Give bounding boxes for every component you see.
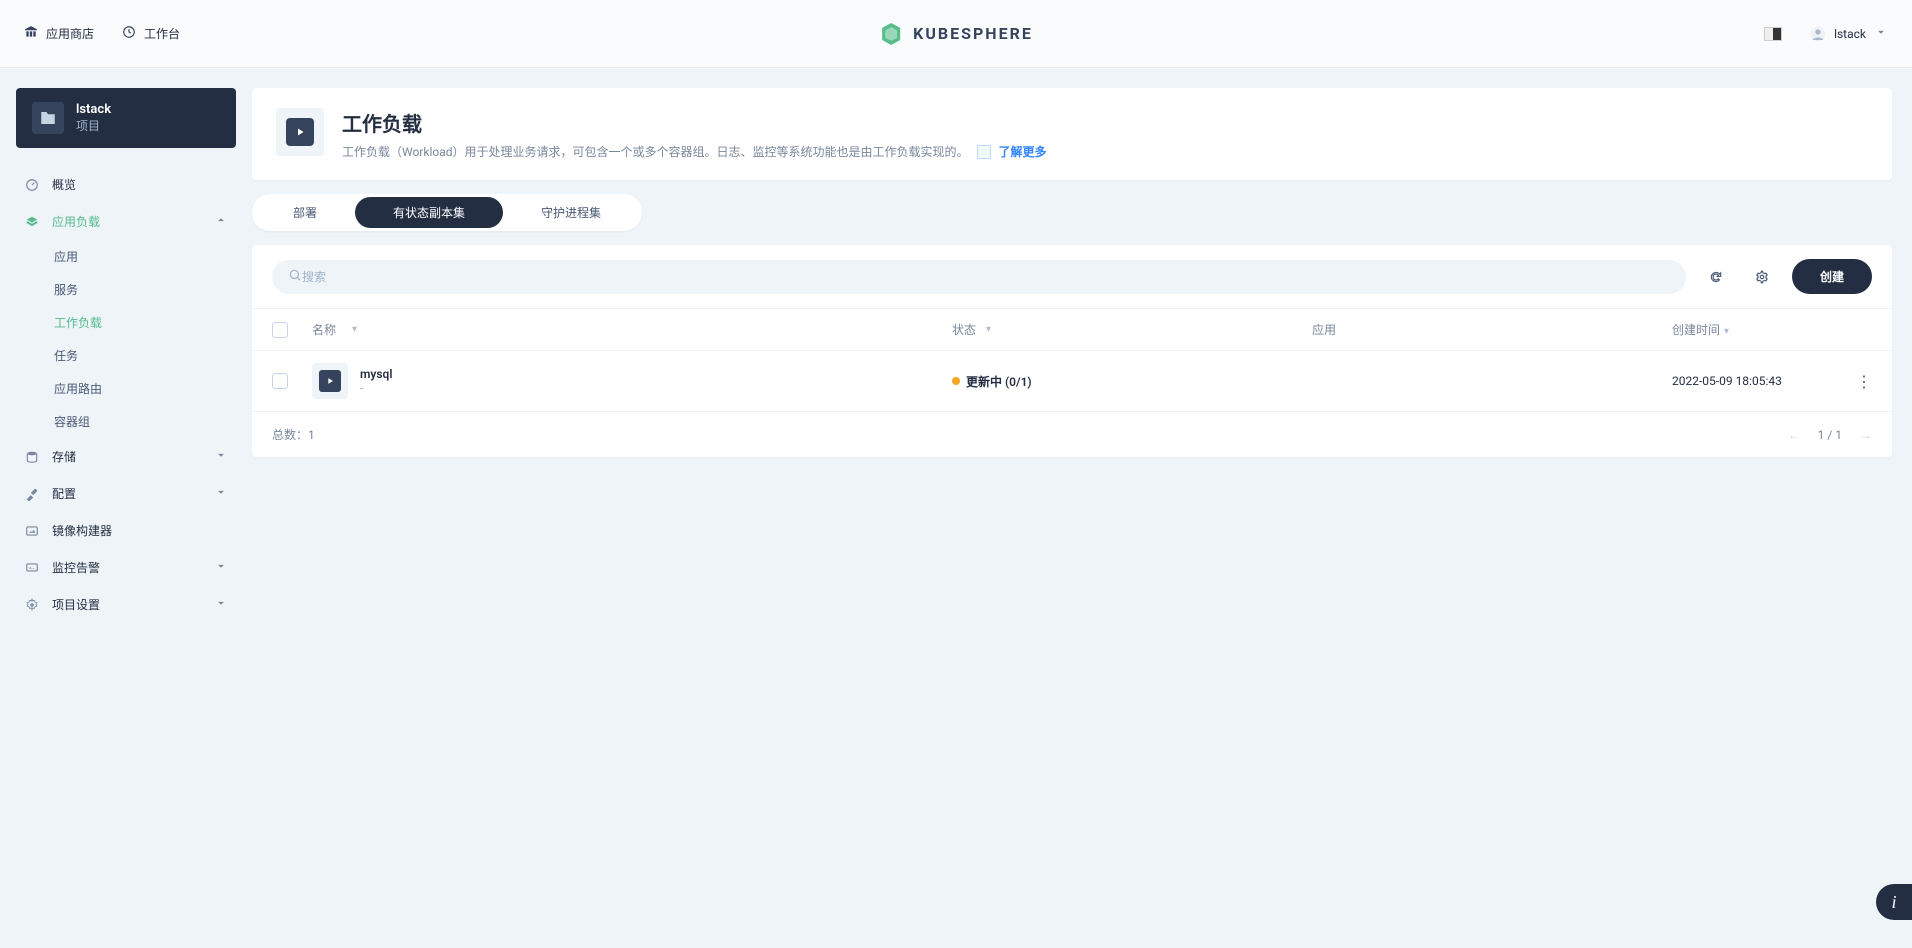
sidebar-label: 监控告警 <box>52 559 100 576</box>
sidebar-item-workloads[interactable]: 工作负载 <box>46 306 236 339</box>
select-all-checkbox[interactable] <box>272 322 288 338</box>
sidebar-item-overview[interactable]: 概览 <box>16 166 236 203</box>
help-fab-button[interactable]: i <box>1876 884 1912 920</box>
workbench-icon <box>122 25 136 42</box>
wrench-icon <box>24 486 40 502</box>
total-count: 1 <box>308 428 315 442</box>
sidebar-label: 项目设置 <box>52 596 100 613</box>
main-content: 工作负载 工作负载（Workload）用于处理业务请求，可包含一个或多个容器组。… <box>252 68 1912 948</box>
sort-caret-icon: ▾ <box>352 324 357 335</box>
sidebar-label: 应用负载 <box>52 213 100 230</box>
store-icon <box>24 25 38 42</box>
chevron-down-icon <box>214 559 228 576</box>
pager-next[interactable]: → <box>1860 428 1872 442</box>
table-footer: 总数： 1 ← 1 / 1 → <box>252 412 1892 457</box>
row-name-link[interactable]: mysql <box>360 367 392 381</box>
table-row: mysql - 更新中 (0/1) 2022-05-09 18:05:43 ⋮ <box>252 351 1892 412</box>
chevron-down-icon <box>1874 25 1888 42</box>
project-type: 项目 <box>76 117 111 134</box>
total-label: 总数： <box>272 426 308 443</box>
workbench-link[interactable]: 工作台 <box>122 25 180 42</box>
search-box[interactable] <box>272 260 1686 294</box>
pager: ← 1 / 1 → <box>1788 428 1872 442</box>
row-created: 2022-05-09 18:05:43 <box>1672 374 1832 388</box>
row-actions-menu[interactable]: ⋮ <box>1856 372 1872 391</box>
page-description: 工作负载（Workload）用于处理业务请求，可包含一个或多个容器组。日志、监控… <box>342 143 969 160</box>
sidebar-label: 配置 <box>52 485 76 502</box>
sidebar-item-application-workloads[interactable]: 应用负载 <box>16 203 236 240</box>
sidebar-item-image-builder[interactable]: 镜像构建器 <box>16 512 236 549</box>
chevron-down-icon <box>214 485 228 502</box>
row-checkbox[interactable] <box>272 373 288 389</box>
sidebar-item-jobs[interactable]: 任务 <box>46 339 236 372</box>
user-menu[interactable]: lstack <box>1810 25 1888 42</box>
column-header-created[interactable]: 创建时间▾ <box>1672 321 1832 338</box>
pager-page: 1 / 1 <box>1818 428 1842 442</box>
sort-caret-icon: ▾ <box>1724 326 1729 337</box>
brand-block[interactable]: KUBESPHERE <box>879 22 1033 46</box>
sidebar-item-routes[interactable]: 应用路由 <box>46 372 236 405</box>
chevron-down-icon <box>214 448 228 465</box>
app-store-label: 应用商店 <box>46 25 94 42</box>
sidebar-item-config[interactable]: 配置 <box>16 475 236 512</box>
list-panel: 创建 名称▾ 状态▾ 应用 创建时间▾ mysql - <box>252 245 1892 457</box>
column-header-status[interactable]: 状态▾ <box>952 321 1312 338</box>
sidebar-item-storage[interactable]: 存储 <box>16 438 236 475</box>
sidebar-label: 镜像构建器 <box>52 522 112 539</box>
workload-icon <box>312 363 348 399</box>
sidebar-item-pods[interactable]: 容器组 <box>46 405 236 438</box>
project-icon <box>32 102 64 134</box>
table-header: 名称▾ 状态▾ 应用 创建时间▾ <box>252 308 1892 351</box>
sidebar-item-monitoring[interactable]: 监控告警 <box>16 549 236 586</box>
page-header-panel: 工作负载 工作负载（Workload）用于处理业务请求，可包含一个或多个容器组。… <box>252 88 1892 180</box>
tab-statefulsets[interactable]: 有状态副本集 <box>355 197 503 228</box>
image-icon <box>24 523 40 539</box>
sidebar: lstack 项目 概览 应用负载 应用 服务 工作负载 任务 应用路由 容器组… <box>0 68 252 948</box>
column-header-name[interactable]: 名称▾ <box>312 321 952 338</box>
database-icon <box>24 449 40 465</box>
chevron-down-icon <box>214 596 228 613</box>
pager-prev[interactable]: ← <box>1788 428 1800 442</box>
column-header-app: 应用 <box>1312 321 1672 338</box>
chevron-up-icon <box>214 213 228 230</box>
search-input[interactable] <box>302 270 1670 284</box>
sidebar-item-services[interactable]: 服务 <box>46 273 236 306</box>
gear-icon <box>24 597 40 613</box>
sidebar-label: 存储 <box>52 448 76 465</box>
row-status: 更新中 (0/1) <box>966 373 1032 390</box>
sidebar-label: 概览 <box>52 176 76 193</box>
doc-icon <box>977 145 991 159</box>
page-title: 工作负载 <box>342 108 1047 137</box>
app-store-link[interactable]: 应用商店 <box>24 25 94 42</box>
page-header-icon <box>276 108 324 156</box>
workload-type-tabs: 部署 有状态副本集 守护进程集 <box>252 194 642 231</box>
refresh-button[interactable] <box>1700 261 1732 293</box>
status-dot-icon <box>952 377 960 385</box>
learn-more-link[interactable]: 了解更多 <box>999 143 1047 160</box>
row-subtitle: - <box>360 381 392 395</box>
brand-text: KUBESPHERE <box>913 24 1033 43</box>
search-icon <box>288 268 302 285</box>
sidebar-item-project-settings[interactable]: 项目设置 <box>16 586 236 623</box>
sort-caret-icon: ▾ <box>986 324 991 335</box>
gauge-icon <box>24 177 40 193</box>
project-card[interactable]: lstack 项目 <box>16 88 236 148</box>
kubesphere-logo-icon <box>879 22 903 46</box>
layers-icon <box>24 214 40 230</box>
tab-deployments[interactable]: 部署 <box>255 197 355 228</box>
settings-button[interactable] <box>1746 261 1778 293</box>
project-name: lstack <box>76 102 111 117</box>
tab-daemonsets[interactable]: 守护进程集 <box>503 197 639 228</box>
avatar-icon <box>1810 26 1826 42</box>
workbench-label: 工作台 <box>144 25 180 42</box>
username-label: lstack <box>1834 27 1866 41</box>
list-toolbar: 创建 <box>252 245 1892 308</box>
create-button[interactable]: 创建 <box>1792 259 1872 294</box>
language-switch-icon[interactable] <box>1764 27 1782 41</box>
top-bar: 应用商店 工作台 KUBESPHERE lstack <box>0 0 1912 68</box>
sidebar-item-apps[interactable]: 应用 <box>46 240 236 273</box>
monitor-icon <box>24 560 40 576</box>
